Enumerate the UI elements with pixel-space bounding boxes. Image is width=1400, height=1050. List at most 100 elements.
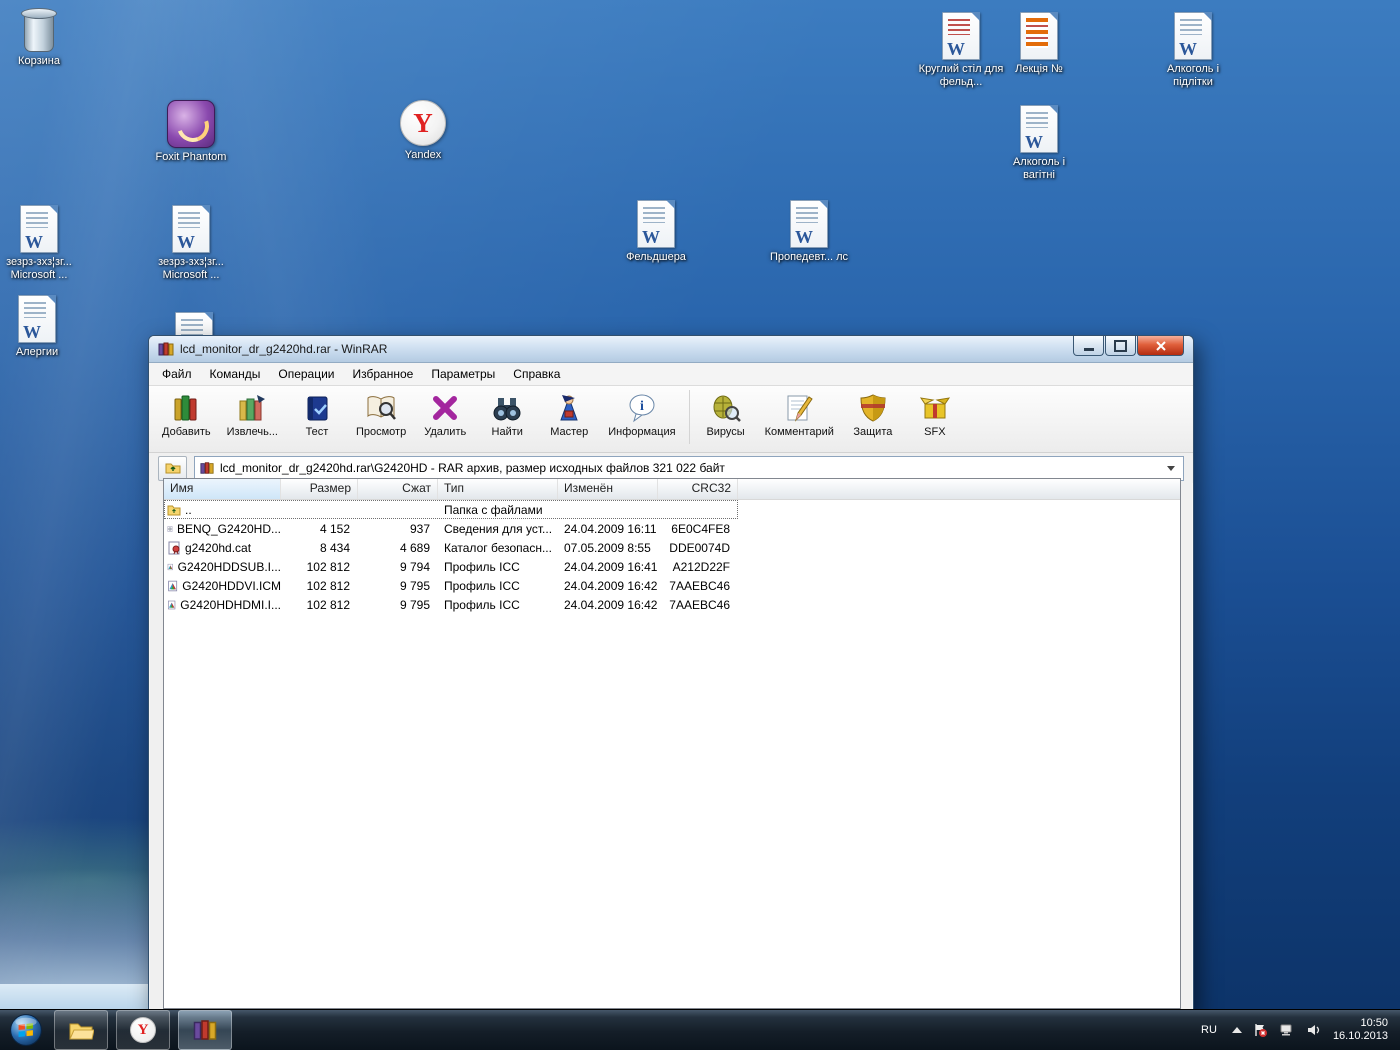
column-size[interactable]: Размер bbox=[281, 479, 358, 499]
cell-name: g2420hd.cat bbox=[164, 541, 281, 555]
network-icon[interactable] bbox=[1279, 1022, 1296, 1039]
column-crc32[interactable]: CRC32 bbox=[658, 479, 738, 499]
hidden-icons-arrow[interactable] bbox=[1232, 1027, 1242, 1033]
close-button[interactable] bbox=[1137, 336, 1184, 356]
toolbar-delete-button[interactable]: Удалить bbox=[415, 388, 475, 440]
language-indicator[interactable]: RU bbox=[1196, 1020, 1222, 1040]
word-doc-icon bbox=[20, 205, 58, 253]
toolbar-sfx-button[interactable]: SFX bbox=[905, 388, 965, 440]
cell-type: Профиль ICC bbox=[438, 560, 558, 574]
toolbar-find-button[interactable]: Найти bbox=[477, 388, 537, 440]
maximize-button[interactable] bbox=[1105, 336, 1136, 356]
chevron-down-icon bbox=[1167, 466, 1175, 471]
taskbar-yandex-button[interactable] bbox=[116, 1010, 170, 1050]
address-text: lcd_monitor_dr_g2420hd.rar\G2420HD - RAR… bbox=[220, 461, 725, 475]
desktop-icon-alergii[interactable]: Алергии bbox=[0, 295, 74, 359]
file-row[interactable]: .. Папка с файлами bbox=[164, 500, 738, 519]
desktop-icon-label: Yandex bbox=[383, 149, 463, 162]
cell-size: 4 152 bbox=[281, 522, 358, 536]
foxit-phantom-icon bbox=[167, 100, 215, 148]
taskbar-explorer-button[interactable] bbox=[54, 1010, 108, 1050]
menu-commands[interactable]: Команды bbox=[201, 364, 270, 384]
toolbar-label: Вирусы bbox=[706, 426, 744, 438]
tray-time: 10:50 bbox=[1333, 1017, 1388, 1030]
file-row[interactable]: BENQ_G2420HD... 4 152 937 Сведения для у… bbox=[164, 519, 738, 538]
desktop-icon-foxit[interactable]: Foxit Phantom bbox=[151, 100, 231, 164]
toolbar-protect-button[interactable]: Защита bbox=[843, 388, 903, 440]
desktop-icon-yandex[interactable]: Yandex bbox=[383, 100, 463, 162]
maximize-icon bbox=[1114, 340, 1127, 352]
file-rows: .. Папка с файлами BENQ_G2420HD... 4 152… bbox=[164, 500, 1180, 614]
address-dropdown-button[interactable] bbox=[1163, 457, 1178, 480]
title-bar[interactable]: lcd_monitor_dr_g2420hd.rar - WinRAR bbox=[149, 336, 1193, 363]
minimize-button[interactable] bbox=[1073, 336, 1104, 356]
desktop-icon-doc-1[interactable]: зезрз-зхз¦зг... Microsoft ... bbox=[0, 205, 78, 282]
toolbar-comment-button[interactable]: Комментарий bbox=[758, 388, 841, 440]
file-row[interactable]: G2420HDDVI.ICM 102 812 9 795 Профиль ICC… bbox=[164, 576, 738, 595]
desktop-icon-label: Foxit Phantom bbox=[151, 151, 231, 164]
start-button[interactable] bbox=[6, 1010, 46, 1050]
desktop-icon-feldshera[interactable]: Фельдшера bbox=[613, 200, 699, 264]
action-center-icon[interactable] bbox=[1252, 1022, 1269, 1039]
taskbar-winrar-button[interactable] bbox=[178, 1010, 232, 1050]
bin-lid bbox=[21, 8, 57, 19]
add-icon bbox=[170, 392, 202, 424]
toolbar-test-button[interactable]: Тест bbox=[287, 388, 347, 440]
menu-file[interactable]: Файл bbox=[153, 364, 201, 384]
toolbar-info-button[interactable]: i Информация bbox=[601, 388, 682, 440]
desktop-icon-doc-2[interactable]: зезрз-зхз¦зг... Microsoft ... bbox=[152, 205, 230, 282]
toolbar-wizard-button[interactable]: Мастер bbox=[539, 388, 599, 440]
file-name: BENQ_G2420HD... bbox=[177, 522, 281, 536]
desktop-icon-lekcia[interactable]: Лекція № bbox=[998, 12, 1080, 76]
presentation-doc-icon bbox=[1020, 12, 1058, 60]
cell-type: Профиль ICC bbox=[438, 598, 558, 612]
cell-crc: A212D22F bbox=[658, 560, 738, 574]
file-row[interactable]: G2420HDDSUB.I... 102 812 9 794 Профиль I… bbox=[164, 557, 738, 576]
desktop-icon-alkohol-pidlitky[interactable]: Алкоголь і підлітки bbox=[1150, 12, 1236, 89]
toolbar-label: Защита bbox=[853, 426, 892, 438]
cell-type: Профиль ICC bbox=[438, 579, 558, 593]
toolbar-add-button[interactable]: Добавить bbox=[155, 388, 218, 440]
file-row[interactable]: g2420hd.cat 8 434 4 689 Каталог безопасн… bbox=[164, 538, 738, 557]
cell-name: .. bbox=[164, 503, 281, 517]
column-packed[interactable]: Сжат bbox=[358, 479, 438, 499]
cell-name: G2420HDHDMI.I... bbox=[164, 598, 281, 612]
desktop-icon-kruglyi-stil[interactable]: Круглий стіл для фельд... bbox=[918, 12, 1004, 89]
cell-crc: DDE0074D bbox=[658, 541, 738, 555]
column-name[interactable]: Имя bbox=[164, 479, 281, 499]
icc-profile-file-icon bbox=[167, 560, 174, 574]
desktop-icon-label: Пропедевт... лс bbox=[766, 251, 852, 264]
toolbar-label: Просмотр bbox=[356, 426, 406, 438]
column-type[interactable]: Тип bbox=[438, 479, 558, 499]
windows-orb-icon bbox=[9, 1013, 43, 1047]
menu-operations[interactable]: Операции bbox=[269, 364, 343, 384]
column-modified[interactable]: Изменён bbox=[558, 479, 658, 499]
file-name: G2420HDHDMI.I... bbox=[180, 598, 281, 612]
file-list: Имя Размер Сжат Тип Изменён CRC32 .. Пап… bbox=[163, 478, 1181, 1009]
desktop-icon-propedevt[interactable]: Пропедевт... лс bbox=[766, 200, 852, 264]
file-row[interactable]: G2420HDHDMI.I... 102 812 9 795 Профиль I… bbox=[164, 595, 738, 614]
info-icon: i bbox=[626, 392, 658, 424]
menu-help[interactable]: Справка bbox=[504, 364, 569, 384]
menu-favorites[interactable]: Избранное bbox=[344, 364, 423, 384]
toolbar-extract-button[interactable]: Извлечь... bbox=[220, 388, 285, 440]
clock[interactable]: 10:50 16.10.2013 bbox=[1333, 1017, 1388, 1043]
up-one-level-button[interactable] bbox=[158, 456, 187, 481]
cell-size: 8 434 bbox=[281, 541, 358, 555]
security-catalog-file-icon bbox=[167, 541, 181, 555]
desktop-icon-recycle-bin[interactable]: Корзина bbox=[2, 8, 76, 68]
toolbar-virus-button[interactable]: Вирусы bbox=[696, 388, 756, 440]
volume-icon[interactable] bbox=[1306, 1022, 1323, 1039]
toolbar-view-button[interactable]: Просмотр bbox=[349, 388, 413, 440]
desktop-icon-label: Фельдшера bbox=[613, 251, 699, 264]
cell-size: 102 812 bbox=[281, 598, 358, 612]
doc-lines bbox=[24, 302, 46, 318]
protect-icon bbox=[857, 392, 889, 424]
cell-packed: 9 795 bbox=[358, 579, 438, 593]
desktop-icon-alkohol-vagitni[interactable]: Алкоголь і вагітні bbox=[998, 105, 1080, 182]
cell-name: G2420HDDVI.ICM bbox=[164, 579, 281, 593]
address-bar[interactable]: lcd_monitor_dr_g2420hd.rar\G2420HD - RAR… bbox=[194, 456, 1184, 481]
word-doc-icon bbox=[790, 200, 828, 248]
menu-options[interactable]: Параметры bbox=[422, 364, 504, 384]
svg-text:i: i bbox=[640, 399, 644, 414]
